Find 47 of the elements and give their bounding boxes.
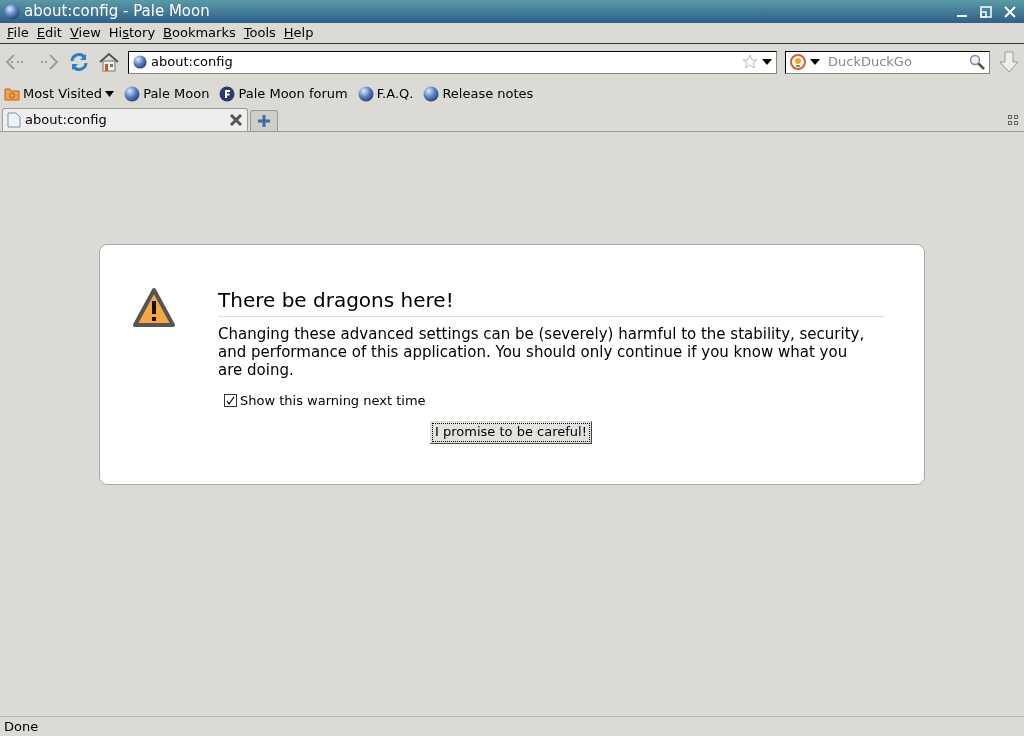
app-globe-icon xyxy=(4,3,20,20)
confirm-button[interactable]: I promise to be careful! xyxy=(430,420,592,444)
checkbox[interactable] xyxy=(224,394,237,408)
maximize-icon[interactable] xyxy=(980,5,992,18)
close-tab-icon[interactable] xyxy=(229,113,243,127)
bookmark-item[interactable]: Release notes xyxy=(423,84,534,104)
menu-item[interactable]: File xyxy=(4,23,32,43)
reload-icon[interactable] xyxy=(68,51,90,73)
dropdown-caret-icon xyxy=(105,90,115,98)
dropdown-caret-icon[interactable] xyxy=(810,58,820,66)
menu-item[interactable]: Edit xyxy=(33,23,65,43)
browser-tab[interactable]: about:config xyxy=(2,108,248,131)
menu-item[interactable]: Help xyxy=(280,23,317,43)
window-title: about:config - Pale Moon xyxy=(24,1,211,23)
page-icon xyxy=(7,112,21,128)
status-text: Done xyxy=(4,717,39,736)
bookmark-folder[interactable]: Most Visited xyxy=(4,84,115,104)
search-icon[interactable] xyxy=(969,54,985,70)
star-icon[interactable] xyxy=(742,54,758,70)
dropdown-caret-icon[interactable] xyxy=(762,58,772,66)
globe-icon xyxy=(124,86,141,102)
tab-grid-icon[interactable] xyxy=(1008,115,1018,125)
menu-item[interactable]: View xyxy=(66,23,104,43)
warning-message: Changing these advanced settings can be (severely) harmful to the stability, security, and performance of this application. You should only continue if you know what you are doing. xyxy=(218,325,866,379)
bookmark-item[interactable]: F.A.Q. xyxy=(357,84,414,104)
warning-icon xyxy=(132,287,176,329)
menu-item[interactable]: Tools xyxy=(240,23,279,43)
duck-logo-icon[interactable] xyxy=(790,54,806,70)
folder-icon xyxy=(4,86,20,102)
globe-icon xyxy=(423,86,440,102)
address-bar[interactable]: about:config xyxy=(128,50,777,74)
bookmark-item[interactable]: Pale Moon xyxy=(124,84,210,104)
plus-icon xyxy=(257,114,271,128)
checkbox-label: Show this warning next time xyxy=(240,392,426,410)
warning-title: There be dragons here! xyxy=(218,285,884,317)
new-tab-button[interactable] xyxy=(250,110,278,131)
globe-icon xyxy=(357,86,374,102)
search-box[interactable]: DuckDuckGo xyxy=(785,50,990,74)
menu-item[interactable]: Bookmarks xyxy=(160,23,239,43)
address-text: about:config xyxy=(151,53,234,72)
letter-f-globe-icon xyxy=(219,86,236,102)
search-field[interactable]: DuckDuckGo xyxy=(828,52,965,72)
bookmark-item[interactable]: Pale Moon forum xyxy=(219,84,348,104)
close-icon[interactable] xyxy=(1004,5,1016,18)
menu-item[interactable]: History xyxy=(105,23,159,43)
site-globe-icon xyxy=(133,55,147,69)
home-icon[interactable] xyxy=(98,51,120,73)
